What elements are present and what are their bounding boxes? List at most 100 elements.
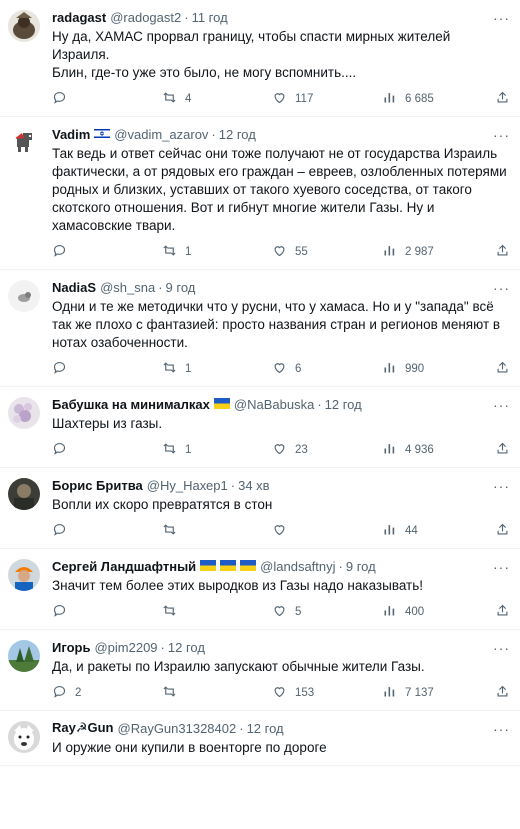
share-icon — [495, 441, 510, 459]
more-options-icon[interactable]: ··· — [493, 127, 510, 143]
avatar[interactable] — [8, 721, 40, 753]
reply-button[interactable]: 2 — [52, 684, 162, 702]
views-button[interactable]: 44 — [382, 522, 492, 540]
retweet-button[interactable]: 1 — [162, 360, 272, 378]
like-button[interactable]: 6 — [272, 360, 382, 378]
author-handle[interactable]: @vadim_azarov — [114, 127, 208, 142]
timestamp[interactable]: 11 год — [192, 10, 228, 25]
like-button[interactable]: 153 — [272, 684, 382, 702]
reply-button[interactable] — [52, 603, 162, 621]
retweet-icon — [162, 90, 185, 108]
reply-tweet[interactable]: ··· Vadim @vadim_azarov · 12 год Так ведь и о… — [0, 117, 520, 270]
bar-chart-icon — [382, 684, 405, 702]
timestamp[interactable]: 12 год — [219, 127, 256, 142]
author-name[interactable]: Игорь — [52, 640, 90, 655]
retweet-icon — [162, 684, 185, 702]
reply-button[interactable] — [52, 360, 162, 378]
heart-icon — [272, 603, 295, 621]
author-name[interactable]: Ray☭Gun — [52, 720, 114, 736]
reply-tweet[interactable]: ··· NadiaS @sh_sna · 9 год Одни и те же метод… — [0, 270, 520, 387]
author-handle[interactable]: @NaBabuska — [234, 397, 314, 412]
avatar[interactable] — [8, 397, 40, 429]
reply-button[interactable] — [52, 441, 162, 459]
reply-tweet[interactable]: ··· Бабушка на минималках @NaBabuska · 12 го… — [0, 387, 520, 468]
avatar[interactable] — [8, 559, 40, 591]
like-button[interactable]: 117 — [272, 90, 382, 108]
reply-tweet[interactable]: ··· radagast @radogast2 · 11 год Ну да, ХАМАС… — [0, 0, 520, 117]
reply-button[interactable] — [52, 243, 162, 261]
share-button[interactable] — [495, 360, 510, 378]
like-button[interactable] — [272, 522, 382, 540]
author-handle[interactable]: @landsaftnyj — [260, 559, 335, 574]
reply-icon — [52, 684, 75, 702]
views-count: 4 936 — [405, 444, 434, 456]
retweet-button[interactable] — [162, 603, 272, 621]
like-button[interactable]: 23 — [272, 441, 382, 459]
retweet-button[interactable] — [162, 522, 272, 540]
reply-tweet[interactable]: ··· Ray☭Gun @RayGun31328402 · 12 год И оружие… — [0, 711, 520, 766]
heart-icon — [272, 243, 295, 261]
bar-chart-icon — [382, 243, 405, 261]
author-handle[interactable]: @RayGun31328402 — [118, 721, 237, 736]
reply-tweet[interactable]: ··· Борис Бритва @Ну_Нахер1 · 34 хв Вопли их … — [0, 468, 520, 549]
more-options-icon[interactable]: ··· — [493, 280, 510, 296]
avatar[interactable] — [8, 127, 40, 159]
reply-tweet[interactable]: ··· Игорь @pim2209 · 12 год Да, и ракеты по И… — [0, 630, 520, 711]
share-button[interactable] — [495, 603, 510, 621]
more-options-icon[interactable]: ··· — [493, 478, 510, 494]
retweet-button[interactable]: 4 — [162, 90, 272, 108]
avatar[interactable] — [8, 280, 40, 312]
more-options-icon[interactable]: ··· — [493, 10, 510, 26]
author-handle[interactable]: @radogast2 — [110, 10, 181, 25]
author-name[interactable]: Бабушка на минималках — [52, 397, 210, 412]
views-button[interactable]: 2 987 — [382, 243, 492, 261]
author-name[interactable]: radagast — [52, 10, 106, 25]
retweet-icon — [162, 522, 185, 540]
views-button[interactable]: 4 936 — [382, 441, 492, 459]
views-count: 990 — [405, 363, 425, 375]
tweet-actions: 1 6 990 — [52, 352, 510, 386]
share-button[interactable] — [495, 243, 510, 261]
author-handle[interactable]: @Ну_Нахер1 — [147, 478, 228, 493]
share-button[interactable] — [495, 684, 510, 702]
avatar[interactable] — [8, 478, 40, 510]
timestamp[interactable]: 9 год — [346, 559, 376, 574]
tweet-actions: 2 153 7 137 — [52, 676, 510, 710]
views-button[interactable]: 6 685 — [382, 90, 492, 108]
share-button[interactable] — [495, 441, 510, 459]
retweet-button[interactable]: 1 — [162, 243, 272, 261]
retweet-button[interactable]: 1 — [162, 441, 272, 459]
retweet-button[interactable] — [162, 684, 272, 702]
views-count: 7 137 — [405, 687, 434, 699]
timestamp[interactable]: 12 год — [168, 640, 205, 655]
author-handle[interactable]: @pim2209 — [94, 640, 157, 655]
views-button[interactable]: 7 137 — [382, 684, 492, 702]
like-button[interactable]: 5 — [272, 603, 382, 621]
views-button[interactable]: 990 — [382, 360, 492, 378]
more-options-icon[interactable]: ··· — [493, 559, 510, 575]
reply-button[interactable] — [52, 90, 162, 108]
more-options-icon[interactable]: ··· — [493, 397, 510, 413]
reply-button[interactable] — [52, 522, 162, 540]
author-name[interactable]: Борис Бритва — [52, 478, 143, 493]
avatar[interactable] — [8, 640, 40, 672]
ukraine-flag-icon — [220, 559, 237, 574]
more-options-icon[interactable]: ··· — [493, 640, 510, 656]
author-name[interactable]: Vadim — [52, 127, 90, 142]
author-handle[interactable]: @sh_sna — [100, 280, 155, 295]
author-name[interactable]: Сергей Ландшафтный — [52, 559, 196, 574]
tweet-text: Да, и ракеты по Израилю запускают обычны… — [52, 659, 425, 674]
more-options-icon[interactable]: ··· — [493, 721, 510, 737]
timestamp[interactable]: 12 год — [247, 721, 284, 736]
like-button[interactable]: 55 — [272, 243, 382, 261]
reply-tweet[interactable]: ··· Сергей Ландшафтный @landsaftnyj · 9 год З… — [0, 549, 520, 630]
timestamp[interactable]: 34 хв — [238, 478, 269, 493]
reply-icon — [52, 441, 75, 459]
timestamp[interactable]: 12 год — [325, 397, 362, 412]
timestamp[interactable]: 9 год — [166, 280, 196, 295]
author-name[interactable]: NadiaS — [52, 280, 96, 295]
views-button[interactable]: 400 — [382, 603, 492, 621]
avatar[interactable] — [8, 10, 40, 42]
share-button[interactable] — [495, 522, 510, 540]
share-button[interactable] — [495, 90, 510, 108]
